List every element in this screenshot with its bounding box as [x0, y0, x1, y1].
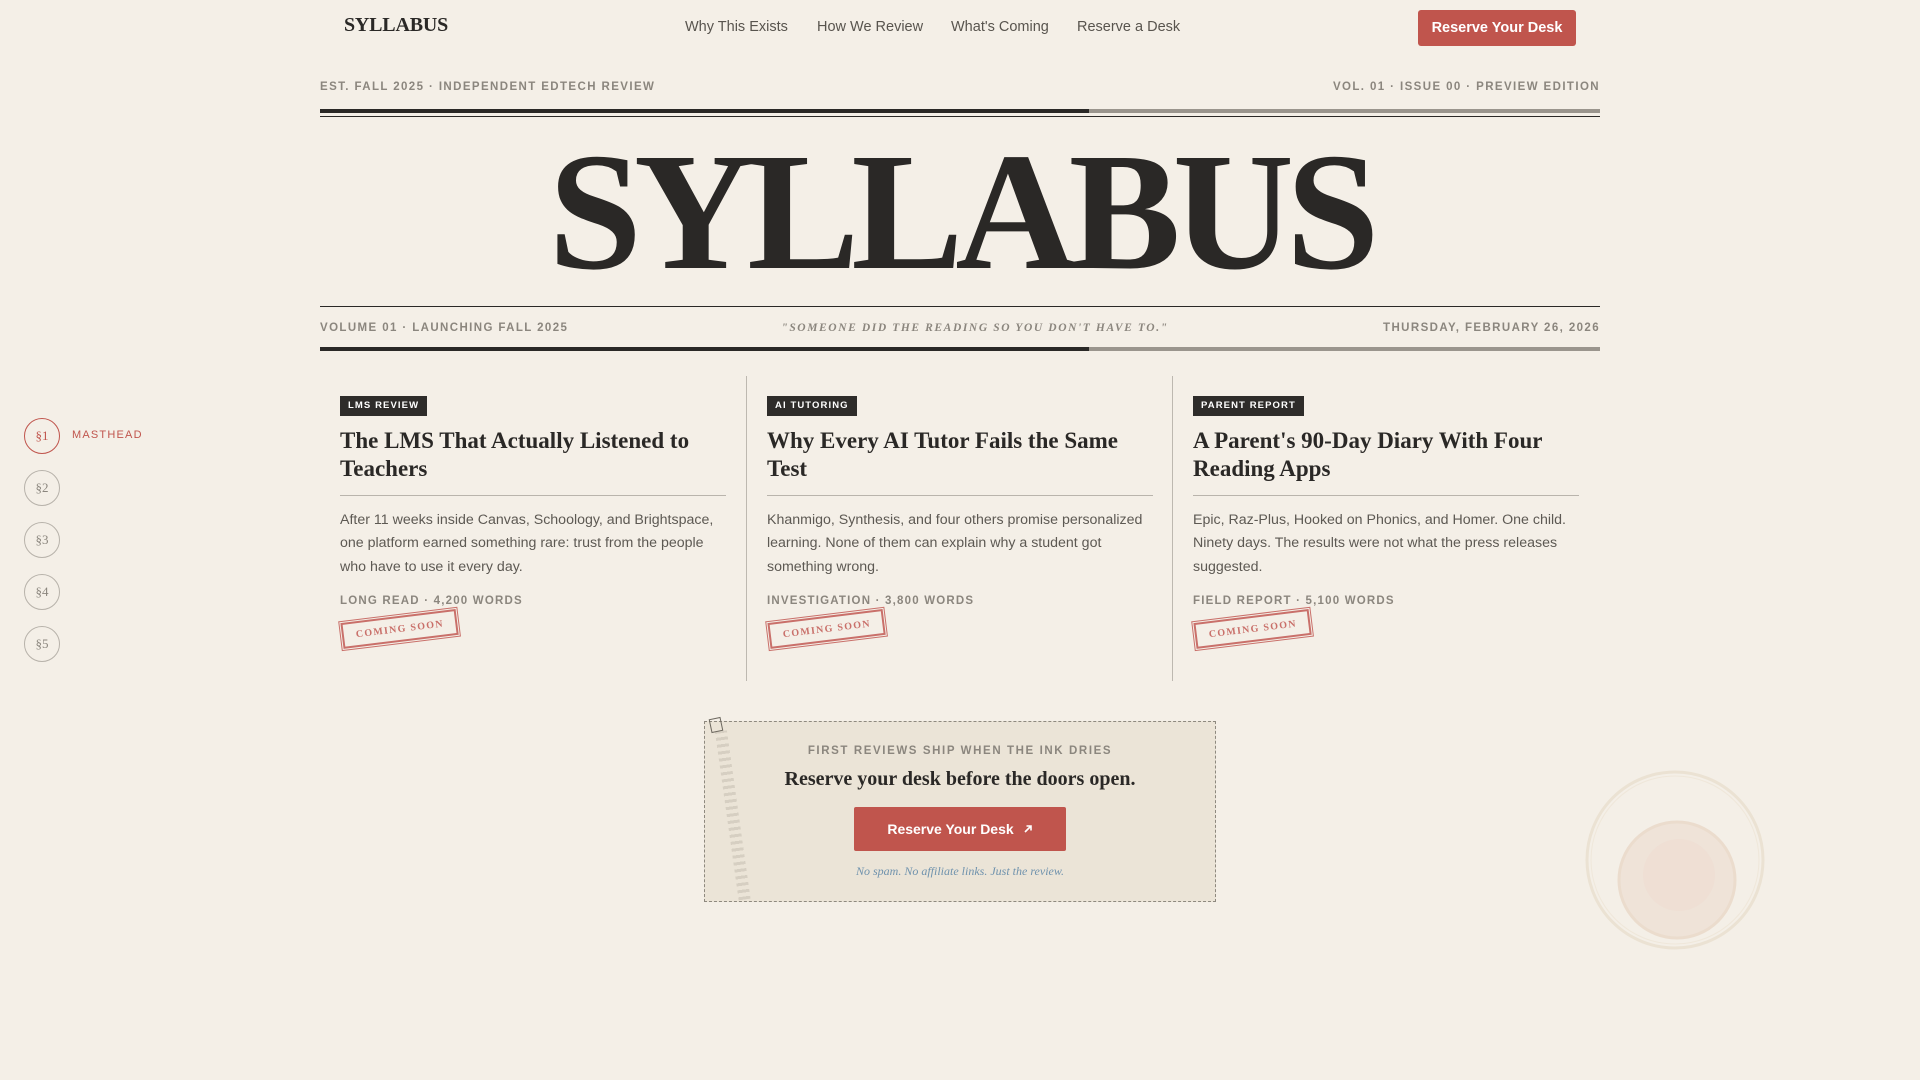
article-card[interactable]: AI TUTORING Why Every AI Tutor Fails the… [765, 395, 1153, 653]
article-headline[interactable]: Why Every AI Tutor Fails the Same Test [767, 427, 1153, 483]
column-divider [746, 376, 747, 681]
headline-rule [1193, 495, 1579, 496]
established-kicker: EST. FALL 2025 · INDEPENDENT EDTECH REVI… [320, 81, 656, 93]
article-meta: INVESTIGATION · 3,800 WORDS [767, 595, 975, 608]
article-card[interactable]: PARENT REPORT A Parent's 90-Day Diary Wi… [1191, 395, 1579, 653]
article-headline[interactable]: A Parent's 90-Day Diary With Four Readin… [1193, 427, 1579, 483]
rail-section-5[interactable]: §5 [24, 626, 60, 662]
coming-soon-stamp: COMING SOON [765, 606, 889, 653]
headline-rule [340, 495, 726, 496]
cta-kicker: FIRST REVIEWS SHIP WHEN THE INK DRIES [807, 745, 1113, 757]
seal-decoration [1585, 770, 1765, 950]
article-dek: After 11 weeks inside Canvas, Schoology,… [340, 512, 714, 575]
article-headline[interactable]: The LMS That Actually Listened to Teache… [340, 427, 726, 483]
article-meta: FIELD REPORT · 5,100 WORDS [1193, 595, 1395, 608]
headline-rule [767, 495, 1153, 496]
section-rule-dark [320, 347, 1089, 351]
article-dek: Epic, Raz-Plus, Hooked on Phonics, and H… [1193, 512, 1567, 575]
masthead-title: SYLLABUS [548, 119, 1379, 305]
submasthead-rule [320, 306, 1600, 307]
masthead-rule-grey [1089, 109, 1600, 113]
nav-link-reserve-a-desk[interactable]: Reserve a Desk [1077, 19, 1180, 35]
nav-link-whats-coming[interactable]: What's Coming [951, 19, 1049, 35]
article-tag: AI TUTORING [767, 396, 857, 416]
nav-link-why-this-exists[interactable]: Why This Exists [685, 19, 788, 35]
reserve-cta-box: FIRST REVIEWS SHIP WHEN THE INK DRIES Re… [704, 716, 1216, 902]
issue-date: THURSDAY, FEBRUARY 26, 2026 [1383, 322, 1600, 334]
rail-section-1[interactable]: §1 [24, 418, 60, 454]
article-meta: LONG READ · 4,200 WORDS [340, 595, 523, 608]
coming-soon-stamp: COMING SOON [338, 606, 462, 653]
issue-kicker: VOL. 01 · ISSUE 00 · PREVIEW EDITION [1332, 81, 1600, 93]
rail-section-4[interactable]: §4 [24, 574, 60, 610]
coming-soon-stamp: COMING SOON [1191, 606, 1315, 653]
nav-brand[interactable]: SYLLABUS [344, 14, 448, 37]
nav-link-how-we-review[interactable]: How We Review [817, 19, 923, 35]
cta-title: Reserve your desk before the doors open. [784, 768, 1136, 790]
masthead-rule-thin [320, 116, 1600, 117]
article-dek: Khanmigo, Synthesis, and four others pro… [767, 512, 1143, 575]
masthead-rule-dark [320, 109, 1089, 113]
column-divider [1172, 376, 1173, 681]
article-tag: PARENT REPORT [1193, 396, 1304, 416]
cta-button-label: Reserve Your Desk [887, 821, 1014, 837]
cta-note: No spam. No affiliate links. Just the re… [856, 864, 1064, 878]
arrow-up-right-icon [1024, 825, 1032, 833]
rail-section-2[interactable]: §2 [24, 470, 60, 506]
paperclip-icon [708, 716, 724, 734]
article-tag: LMS REVIEW [340, 396, 428, 416]
cta-reserve-button[interactable]: Reserve Your Desk [854, 807, 1066, 851]
nav-reserve-button[interactable]: Reserve Your Desk [1418, 10, 1576, 46]
article-card[interactable]: LMS REVIEW The LMS That Actually Listene… [338, 395, 726, 653]
rail-section-3[interactable]: §3 [24, 522, 60, 558]
rail-active-label: MASTHEAD [72, 429, 143, 441]
section-rule-grey [1089, 347, 1600, 351]
